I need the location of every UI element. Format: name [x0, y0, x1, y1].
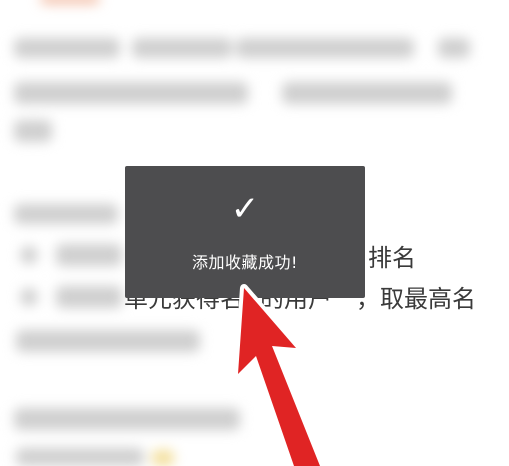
content-line-2-right: ，取最高名 [356, 285, 476, 313]
toast-notification: ✓ 添加收藏成功! [125, 166, 365, 298]
checkmark-icon: ✓ [230, 189, 260, 229]
content-line-1-right: 排名 [368, 244, 416, 272]
toast-message: 添加收藏成功! [192, 253, 298, 272]
